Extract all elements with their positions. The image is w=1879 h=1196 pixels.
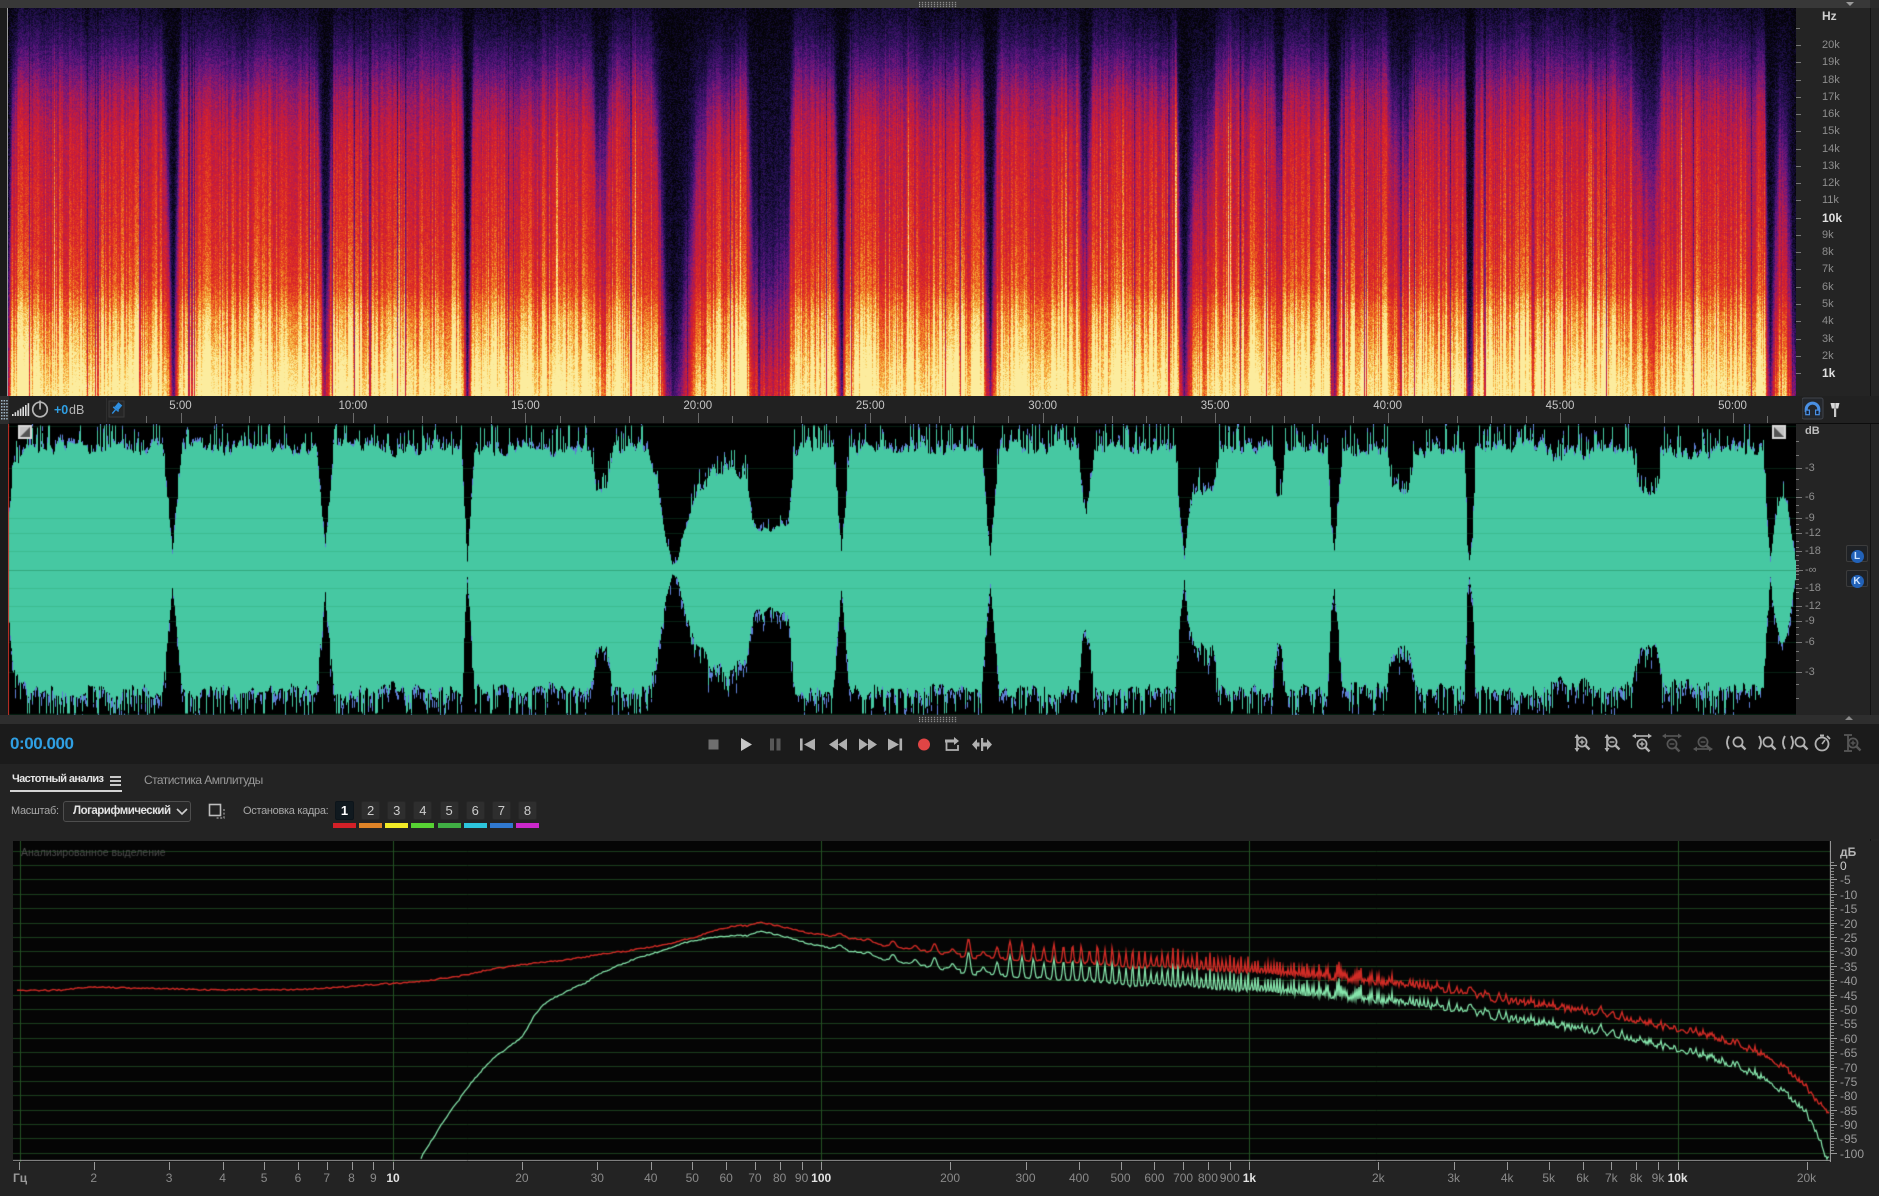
svg-text:dB: dB (69, 403, 84, 417)
svg-text:+0: +0 (54, 403, 68, 417)
